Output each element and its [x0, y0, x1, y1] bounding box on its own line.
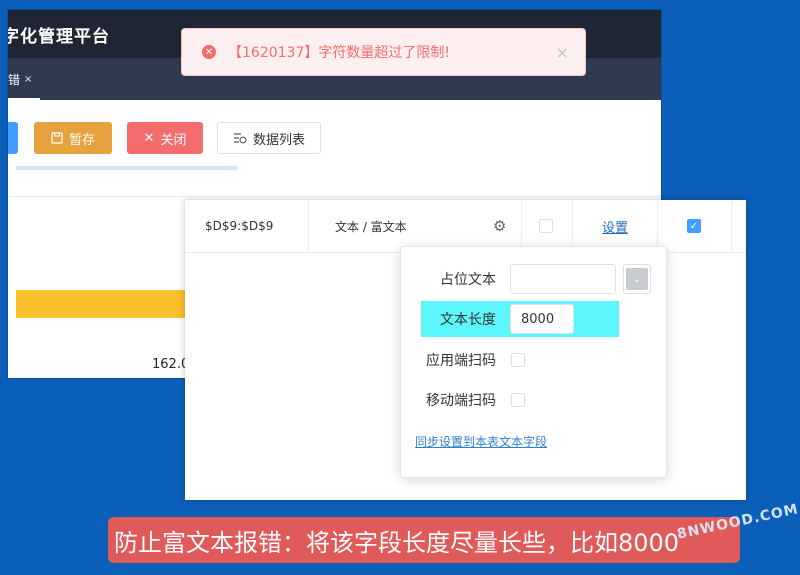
highlighted-cell — [16, 290, 186, 318]
mobile-scan-row: 移动端扫码 — [401, 385, 666, 415]
length-row: 文本长度 — [401, 304, 666, 334]
placeholder-row: 占位文本 ⌄ — [401, 264, 666, 294]
mobile-scan-label: 移动端扫码 — [426, 393, 496, 409]
error-icon: ✕ — [202, 45, 216, 59]
toast-close-icon[interactable]: × — [556, 43, 569, 62]
required-checkbox[interactable] — [539, 200, 553, 252]
save-draft-label: 暂存 — [68, 132, 95, 148]
column-divider — [308, 200, 309, 252]
tab-active[interactable]: 错 × — [8, 71, 41, 100]
primary-button[interactable] — [8, 122, 18, 154]
cell-reference: $D$9:$D$9 — [205, 219, 274, 233]
length-label: 文本长度 — [440, 312, 496, 328]
data-list-label: 数据列表 — [252, 132, 305, 148]
placeholder-dropdown-button[interactable]: ⌄ — [623, 264, 651, 294]
close-icon: ✕ — [143, 130, 155, 146]
column-divider — [657, 200, 658, 252]
column-divider — [572, 200, 573, 252]
placeholder-label: 占位文本 — [440, 272, 496, 288]
app-scan-label: 应用端扫码 — [426, 353, 496, 369]
placeholder-input[interactable] — [510, 264, 616, 294]
enabled-checkbox[interactable]: ✓ — [687, 200, 701, 252]
chevron-down-icon: ⌄ — [626, 268, 648, 290]
column-divider — [521, 200, 522, 252]
field-type: 文本 / 富文本 — [335, 219, 407, 234]
cell-value: 162.0 — [152, 357, 190, 372]
mobile-scan-checkbox[interactable] — [511, 393, 525, 407]
error-toast: ✕ 【1620137】字符数量超过了限制! × — [181, 28, 586, 76]
gear-icon[interactable]: ⚙ — [493, 200, 506, 252]
sync-settings-link[interactable]: 同步设置到本表文本字段 — [415, 433, 547, 450]
grid-header — [8, 170, 661, 197]
app-title: 字化管理平台 — [8, 26, 110, 47]
app-scan-checkbox[interactable] — [511, 353, 525, 367]
tab-label: 错 — [8, 73, 21, 87]
error-message: 【1620137】字符数量超过了限制! — [228, 45, 450, 61]
app-scan-row: 应用端扫码 — [401, 345, 666, 375]
settings-link[interactable]: 设置 — [602, 200, 628, 252]
caption-banner: 防止富文本报错：将该字段长度尽量长些，比如8000 — [108, 517, 740, 563]
data-list-button[interactable]: 数据列表 — [217, 122, 321, 154]
toolbar: 暂存 ✕ 关闭 数据列表 — [8, 122, 661, 158]
save-draft-button[interactable]: 暂存 — [34, 122, 112, 154]
tab-close-icon[interactable]: × — [24, 74, 32, 85]
field-settings-popover: 占位文本 ⌄ 文本长度 应用端扫码 移动端扫码 同步设置到本表文本字段 — [400, 246, 667, 478]
length-input[interactable] — [510, 304, 574, 334]
close-label: 关闭 — [160, 132, 187, 148]
save-icon — [51, 132, 63, 144]
list-clock-icon — [233, 133, 247, 144]
close-button[interactable]: ✕ 关闭 — [127, 122, 203, 154]
column-divider — [731, 200, 732, 252]
